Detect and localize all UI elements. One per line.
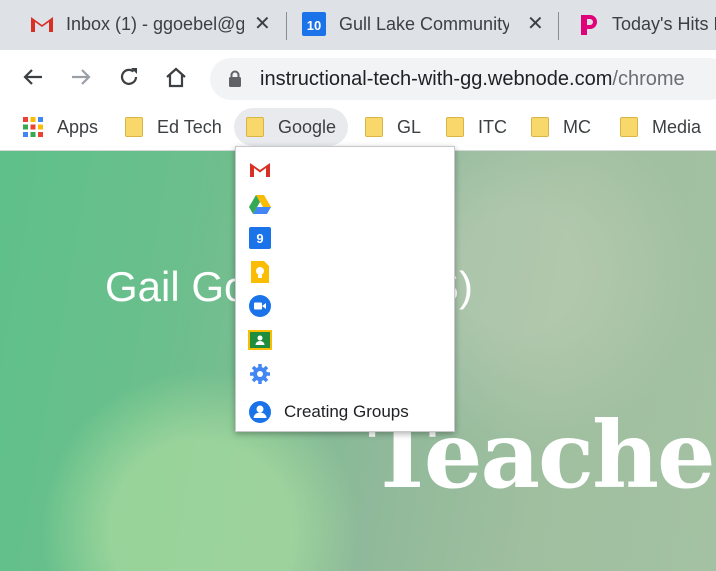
folder-icon: [446, 117, 464, 137]
bookmark-label: GL: [397, 116, 422, 137]
home-icon: [166, 67, 186, 88]
google-calendar-icon: 9: [249, 227, 271, 249]
google-keep-icon: [248, 260, 272, 284]
menu-item-gmail[interactable]: [236, 153, 454, 187]
home-button[interactable]: [161, 62, 191, 92]
menu-item-meet[interactable]: [236, 289, 454, 323]
close-icon[interactable]: ✕: [254, 11, 271, 36]
menu-item-drive[interactable]: [236, 187, 454, 221]
menu-item-label: Creating Groups: [284, 402, 409, 421]
google-folder-menu: 9 Creating Groups: [235, 146, 455, 432]
bookmark-itc[interactable]: ITC: [446, 108, 507, 146]
google-drive-icon: [248, 192, 272, 216]
tab-title: Inbox (1) - ggoebel@gull: [66, 14, 244, 34]
toolbar: instructional-tech-with-gg.webnode.com/c…: [0, 50, 716, 105]
bookmark-apps[interactable]: Apps: [22, 108, 98, 146]
close-icon[interactable]: ✕: [527, 11, 544, 36]
bookmark-label: Apps: [57, 116, 99, 137]
forward-button[interactable]: [66, 62, 96, 92]
google-meet-icon: [248, 294, 272, 318]
folder-icon: [365, 117, 383, 137]
folder-icon: [531, 117, 549, 137]
bookmark-gl[interactable]: GL: [365, 108, 421, 146]
site-name-head: Gail Go: [105, 263, 248, 310]
lock-icon: [228, 70, 242, 93]
menu-item-classroom[interactable]: [236, 323, 454, 357]
bookmark-label: Ed Tech: [157, 116, 222, 137]
tab-gull-lake[interactable]: 10 Gull Lake Community Sch ✕: [287, 0, 557, 50]
menu-item-creating-groups[interactable]: Creating Groups: [236, 395, 454, 429]
gmail-icon: [248, 158, 272, 182]
url-path: /chrome: [612, 68, 685, 90]
site-owner-name: Gail Go S): [105, 263, 473, 311]
reload-icon: [120, 68, 138, 85]
folder-icon: [620, 117, 638, 137]
admin-gear-icon: [248, 362, 272, 386]
menu-item-admin[interactable]: [236, 357, 454, 391]
menu-item-calendar[interactable]: 9: [236, 221, 454, 255]
apps-grid-icon: [23, 117, 43, 137]
menu-item-keep[interactable]: [236, 255, 454, 289]
gmail-icon: [30, 15, 54, 38]
bookmarks-bar: Apps Ed Tech Google GL ITC MC Media: [0, 105, 716, 151]
calendar-day: 9: [256, 230, 264, 246]
bookmark-label: Google: [278, 116, 337, 137]
person-circle-icon: [248, 400, 272, 424]
back-arrow-icon: [23, 69, 42, 85]
calendar-day: 10: [306, 18, 322, 33]
url-host: instructional-tech-with-gg.webnode.com: [260, 68, 613, 90]
tab-inbox[interactable]: Inbox (1) - ggoebel@gull ✕: [0, 0, 285, 50]
folder-icon: [125, 117, 143, 137]
bookmark-label: ITC: [478, 116, 507, 137]
tab-title: Today's Hits Radio: [612, 14, 716, 34]
url-text: instructional-tech-with-gg.webnode.com/c…: [260, 68, 685, 91]
address-bar[interactable]: instructional-tech-with-gg.webnode.com/c…: [210, 58, 716, 100]
bookmark-mc[interactable]: MC: [531, 108, 591, 146]
bookmark-label: MC: [563, 116, 591, 137]
google-classroom-icon: [248, 328, 272, 352]
bookmark-google[interactable]: Google: [234, 108, 349, 146]
calendar-icon: 10: [302, 12, 326, 36]
tab-title: Gull Lake Community Sch: [339, 14, 509, 34]
bookmark-media[interactable]: Media: [620, 108, 701, 146]
bookmark-label: Media: [652, 116, 702, 137]
reload-button[interactable]: [114, 62, 144, 92]
pandora-icon: [579, 14, 599, 41]
back-button[interactable]: [18, 62, 48, 92]
tab-pandora[interactable]: Today's Hits Radio: [559, 0, 716, 50]
forward-arrow-icon: [72, 69, 91, 85]
tab-strip: Inbox (1) - ggoebel@gull ✕ 10 Gull Lake …: [0, 0, 716, 50]
folder-icon: [246, 117, 264, 137]
bookmark-ed-tech[interactable]: Ed Tech: [125, 108, 222, 146]
